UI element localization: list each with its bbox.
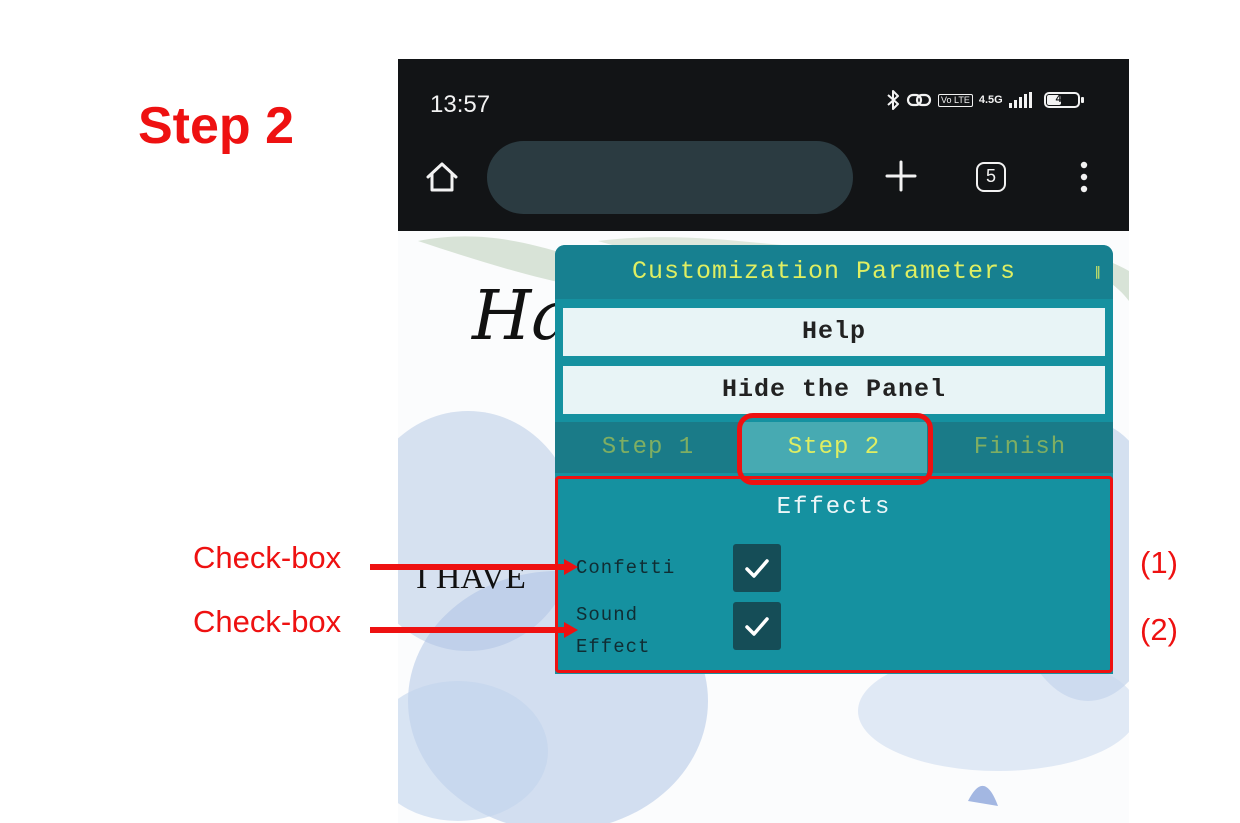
panel-title: Customization Parameters xyxy=(631,257,1017,286)
network-type: 4.5G xyxy=(978,93,1003,106)
signal-icon xyxy=(1008,92,1032,108)
annotation-label-1: Check-box xyxy=(193,540,342,575)
plus-icon[interactable] xyxy=(884,159,918,193)
bluetooth-icon xyxy=(887,90,899,110)
collapse-icon[interactable]: ∥ xyxy=(1095,265,1102,280)
slide-title: Step 2 xyxy=(138,97,295,155)
more-vert-icon[interactable] xyxy=(1074,159,1094,195)
annotation-label-2: Check-box xyxy=(193,604,342,639)
tab-finish[interactable]: Finish xyxy=(927,422,1113,473)
hotspot-link-icon xyxy=(906,93,932,107)
address-bar[interactable] xyxy=(487,141,853,214)
battery-level: 46 xyxy=(1055,93,1068,105)
volte-icon: Vo LTE xyxy=(938,93,973,107)
hide-panel-button[interactable]: Hide the Panel xyxy=(563,366,1105,414)
annotation-arrow-1 xyxy=(370,564,566,570)
arrow-head-icon xyxy=(564,622,578,638)
arrow-head-icon xyxy=(564,559,578,575)
annotation-number-2: (2) xyxy=(1140,612,1178,647)
annotation-arrow-2 xyxy=(370,627,566,633)
status-bar: 13:57 Vo LTE 4.5G 46 xyxy=(398,59,1129,147)
battery-icon: 46 xyxy=(1043,92,1080,108)
annotation-number-1: (1) xyxy=(1140,545,1178,580)
tab-step-1[interactable]: Step 1 xyxy=(555,422,741,473)
help-button[interactable]: Help xyxy=(563,308,1105,356)
tabs-icon[interactable]: 5 xyxy=(976,162,1006,192)
home-icon[interactable] xyxy=(424,159,460,195)
step-2-highlight xyxy=(737,413,933,485)
status-time: 13:57 xyxy=(430,91,491,118)
effects-highlight xyxy=(555,476,1113,673)
status-icons: Vo LTE 4.5G 46 xyxy=(886,89,1084,111)
panel-header: Customization Parameters ∥ xyxy=(555,245,1113,299)
